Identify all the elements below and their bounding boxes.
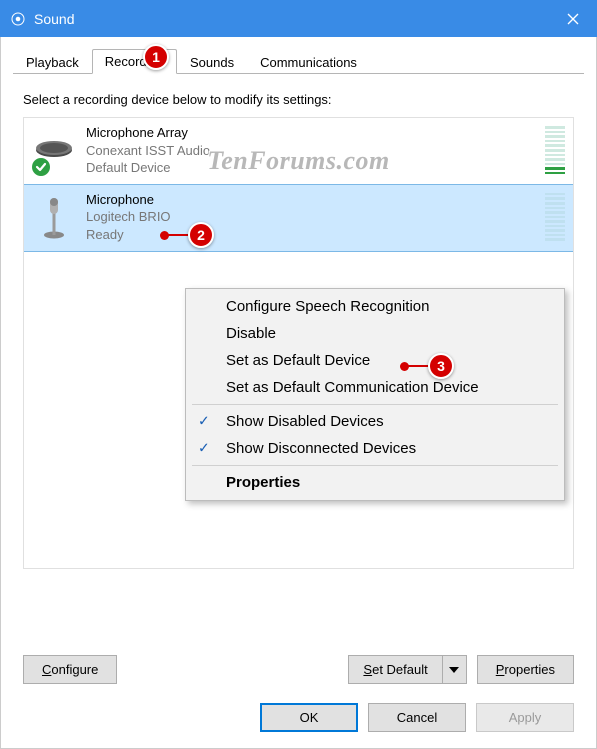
context-menu: Configure Speech Recognition Disable Set… <box>185 288 565 501</box>
cm-separator <box>192 404 558 405</box>
cm-show-disabled[interactable]: ✓ Show Disabled Devices <box>188 408 562 435</box>
callout-line <box>168 234 190 236</box>
device-info: Microphone Logitech BRIO Ready <box>86 189 535 246</box>
cm-separator <box>192 465 558 466</box>
callout-dot <box>160 231 169 240</box>
device-row[interactable]: Microphone Array Conexant ISST Audio Def… <box>24 118 573 185</box>
ok-button[interactable]: OK <box>260 703 358 732</box>
dialog-button-row: OK Cancel Apply <box>260 703 574 732</box>
default-check-icon <box>30 156 52 178</box>
device-subtitle: Conexant ISST Audio <box>86 142 535 160</box>
instruction-text: Select a recording device below to modif… <box>23 92 574 107</box>
callout-dot <box>400 362 409 371</box>
app-icon <box>10 11 26 27</box>
tab-communications[interactable]: Communications <box>247 50 370 74</box>
group-button-row: Configure Set Default Properties <box>23 655 574 684</box>
device-status: Default Device <box>86 159 535 177</box>
configure-button[interactable]: Configure <box>23 655 117 684</box>
cm-properties[interactable]: Properties <box>188 469 562 496</box>
cm-show-disconnected[interactable]: ✓ Show Disconnected Devices <box>188 435 562 462</box>
titlebar: Sound <box>0 0 597 37</box>
cancel-button[interactable]: Cancel <box>368 703 466 732</box>
apply-button[interactable]: Apply <box>476 703 574 732</box>
tab-playback[interactable]: Playback <box>13 50 92 74</box>
tab-strip: Playback Recording Sounds Communications <box>13 47 584 74</box>
cm-set-default[interactable]: Set as Default Device <box>188 347 562 374</box>
callout-badge-1: 1 <box>143 44 169 70</box>
device-row[interactable]: Microphone Logitech BRIO Ready <box>23 184 574 253</box>
callout-badge-2: 2 <box>188 222 214 248</box>
cm-set-default-comm[interactable]: Set as Default Communication Device <box>188 374 562 401</box>
set-default-button[interactable]: Set Default <box>348 655 466 684</box>
device-name: Microphone <box>86 191 535 209</box>
callout-badge-3: 3 <box>428 353 454 379</box>
level-meter <box>545 124 565 176</box>
device-status: Ready <box>86 226 535 244</box>
device-name: Microphone Array <box>86 124 535 142</box>
check-icon: ✓ <box>198 412 210 429</box>
device-icon <box>32 124 76 176</box>
tab-sounds[interactable]: Sounds <box>177 50 247 74</box>
level-meter <box>545 191 565 243</box>
callout-line <box>408 365 430 367</box>
mic-stand-icon <box>34 201 74 233</box>
device-subtitle: Logitech BRIO <box>86 208 535 226</box>
properties-button[interactable]: Properties <box>477 655 574 684</box>
device-info: Microphone Array Conexant ISST Audio Def… <box>86 122 535 179</box>
check-icon: ✓ <box>198 439 210 456</box>
device-icon <box>32 191 76 243</box>
cm-disable[interactable]: Disable <box>188 320 562 347</box>
close-button[interactable] <box>549 0 597 37</box>
cm-configure-speech[interactable]: Configure Speech Recognition <box>188 293 562 320</box>
set-default-dropdown[interactable] <box>442 656 466 683</box>
window-title: Sound <box>34 11 74 27</box>
